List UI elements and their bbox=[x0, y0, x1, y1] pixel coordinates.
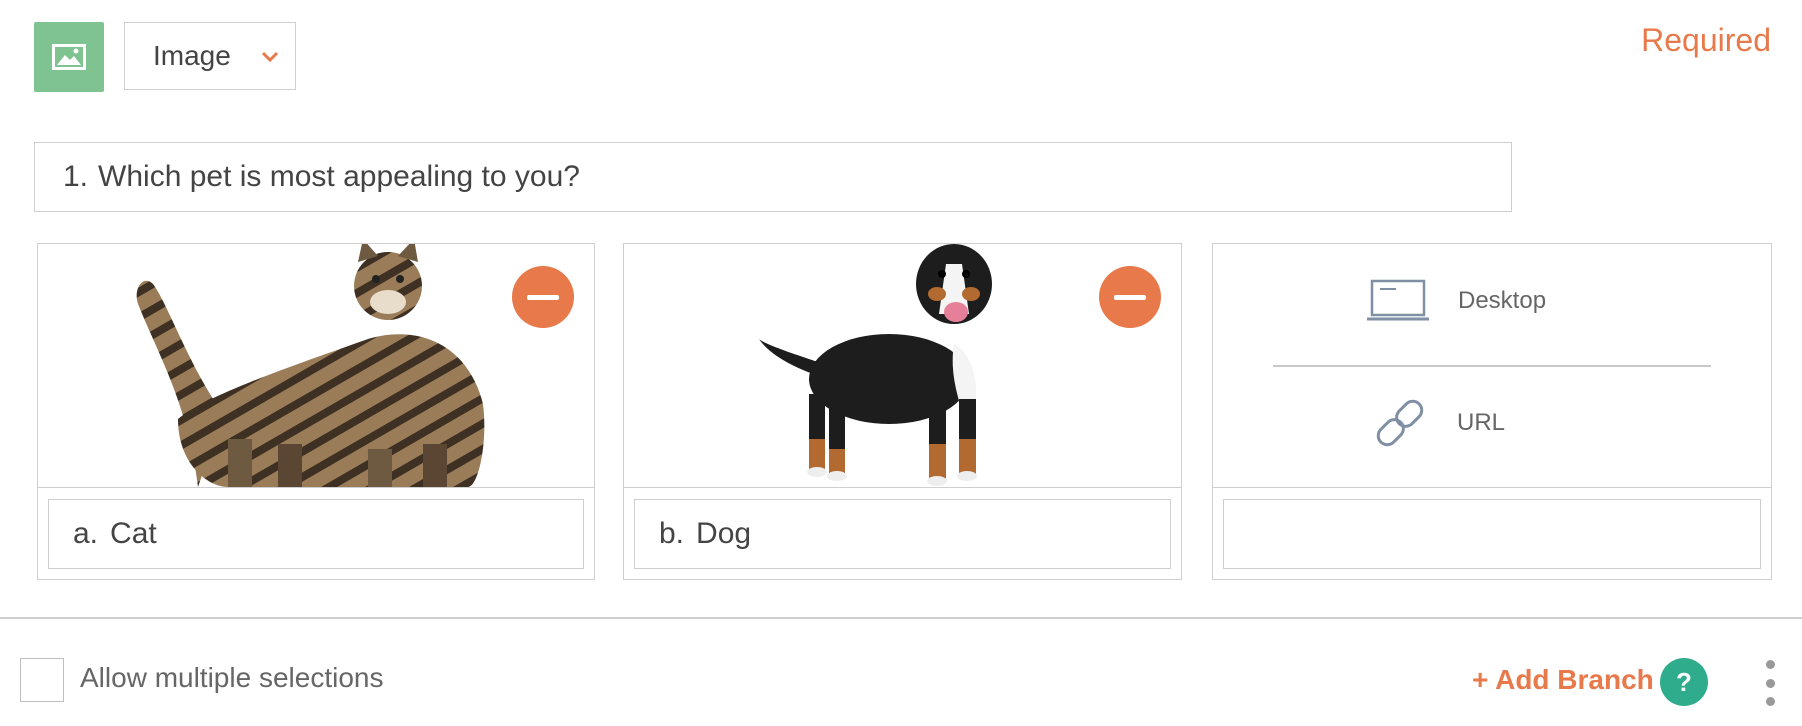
question-mark-icon: ? bbox=[1676, 666, 1692, 697]
choice-label-field[interactable]: b. Dog bbox=[634, 499, 1171, 569]
image-icon bbox=[52, 44, 86, 70]
chevron-down-icon bbox=[261, 51, 279, 63]
choice-card-dog: b. Dog bbox=[623, 243, 1182, 580]
required-toggle[interactable]: Required bbox=[1641, 22, 1771, 59]
bernese-dog-photo bbox=[759, 244, 992, 486]
choice-letter: a. bbox=[73, 517, 99, 550]
remove-choice-button[interactable] bbox=[512, 266, 574, 328]
choice-letter: b. bbox=[659, 517, 685, 550]
help-button[interactable]: ? bbox=[1660, 658, 1708, 706]
question-type-icon-button[interactable] bbox=[34, 22, 104, 92]
kebab-menu-icon[interactable] bbox=[1758, 660, 1782, 706]
choice-label: Cat bbox=[110, 517, 157, 550]
allow-multiple-checkbox[interactable] bbox=[20, 658, 64, 702]
choice-image-cat bbox=[38, 244, 594, 488]
question-text: Which pet is most appealing to you? bbox=[98, 160, 580, 193]
choice-label: Dog bbox=[696, 517, 752, 550]
choice-image-dog bbox=[624, 244, 1181, 488]
choice-card-cat: a. Cat bbox=[37, 243, 595, 580]
allow-multiple-label: Allow multiple selections bbox=[80, 662, 384, 693]
image-upload-area: Desktop URL bbox=[1213, 244, 1771, 488]
choice-label-field-empty[interactable] bbox=[1223, 499, 1761, 569]
footer-divider bbox=[0, 617, 1802, 619]
link-icon bbox=[1376, 399, 1424, 447]
question-number: 1. bbox=[63, 160, 89, 193]
add-branch-button[interactable]: + Add Branch bbox=[1472, 664, 1654, 696]
upload-divider bbox=[1273, 365, 1711, 367]
remove-choice-button[interactable] bbox=[1099, 266, 1161, 328]
upload-url-label: URL bbox=[1457, 409, 1506, 436]
question-type-value: Image bbox=[153, 40, 231, 71]
upload-desktop-button[interactable]: Desktop bbox=[1366, 279, 1546, 323]
laptop-icon bbox=[1367, 279, 1429, 321]
choice-card-upload: Desktop URL bbox=[1212, 243, 1772, 580]
upload-url-button[interactable]: URL bbox=[1371, 394, 1505, 452]
tabby-cat-photo bbox=[136, 244, 485, 487]
question-text-field[interactable]: 1. Which pet is most appealing to you? bbox=[34, 142, 1512, 212]
upload-desktop-label: Desktop bbox=[1458, 287, 1547, 314]
question-type-select[interactable]: Image bbox=[124, 22, 296, 90]
choice-label-field[interactable]: a. Cat bbox=[48, 499, 584, 569]
